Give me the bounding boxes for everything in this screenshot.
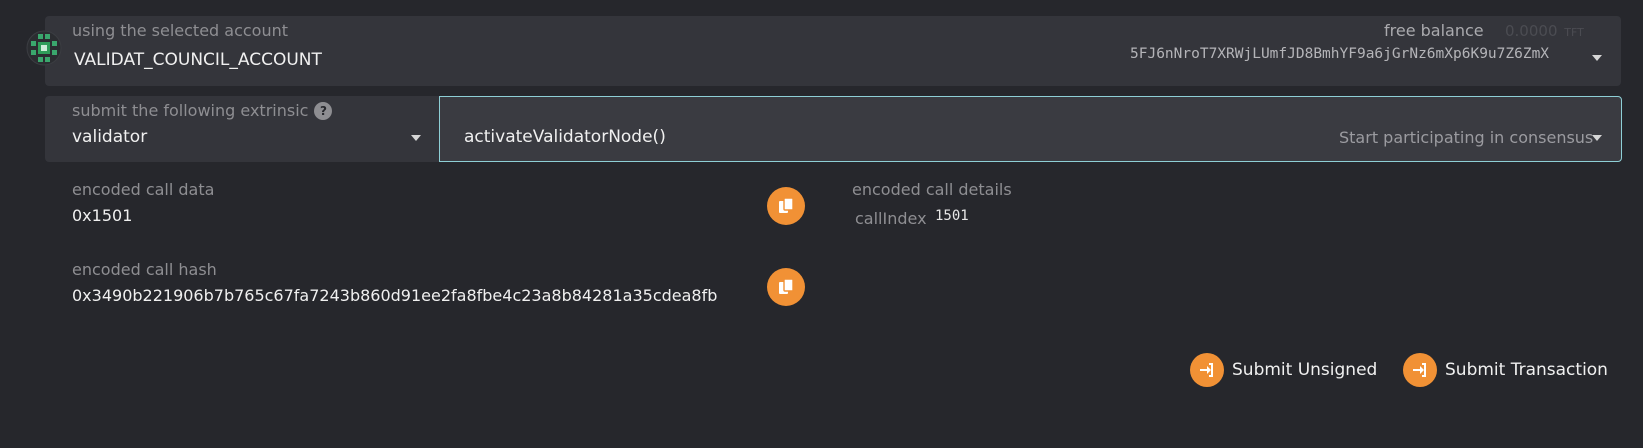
account-identicon — [26, 30, 62, 66]
encoded-call-data-label: encoded call data — [72, 180, 215, 199]
account-dropdown-chevron-icon[interactable] — [1592, 55, 1602, 61]
copy-icon — [779, 197, 794, 213]
encoded-call-details-label: encoded call details — [852, 180, 1012, 199]
sign-in-icon — [1403, 353, 1437, 387]
extrinsic-method-value: activateValidatorNode() — [464, 127, 666, 147]
section-dropdown-chevron-icon[interactable] — [411, 135, 421, 141]
copy-icon — [779, 278, 794, 294]
sign-in-icon — [1190, 353, 1224, 387]
extrinsic-label: submit the following extrinsic ? — [72, 101, 333, 120]
encoded-call-hash-label: encoded call hash — [72, 260, 217, 279]
extrinsic-method-doc: Start participating in consensus — [1339, 128, 1594, 147]
encoded-call-hash-value: 0x3490b221906b7b765c67fa7243b860d91ee2fa… — [72, 286, 718, 305]
copy-call-hash-button[interactable] — [767, 268, 805, 306]
call-index-label: callIndex — [855, 209, 927, 228]
balance-amount: 0.0000 — [1505, 22, 1558, 40]
account-label: using the selected account — [72, 21, 289, 40]
extrinsic-label-text: submit the following extrinsic — [72, 101, 309, 120]
method-dropdown-chevron-icon[interactable] — [1592, 135, 1602, 141]
copy-call-data-button[interactable] — [767, 187, 805, 225]
submit-transaction-button[interactable]: Submit Transaction — [1403, 353, 1608, 387]
encoded-call-data-value: 0x1501 — [72, 206, 133, 225]
extrinsic-section-value: validator — [72, 127, 148, 147]
free-balance-value: 0.0000 TFT — [1505, 22, 1584, 40]
submit-unsigned-button[interactable]: Submit Unsigned — [1190, 353, 1377, 387]
call-index-value: 1501 — [935, 208, 969, 224]
account-name: VALIDAT_COUNCIL_ACCOUNT — [74, 50, 322, 70]
account-address: 5FJ6nNroT7XRWjLUmfJD8BmhYF9a6jGrNz6mXp6K… — [1130, 46, 1550, 62]
help-icon[interactable]: ? — [314, 101, 333, 120]
free-balance-label: free balance — [1384, 21, 1484, 40]
submit-transaction-label: Submit Transaction — [1445, 360, 1608, 380]
submit-unsigned-label: Submit Unsigned — [1232, 360, 1378, 380]
balance-unit: TFT — [1564, 26, 1584, 39]
